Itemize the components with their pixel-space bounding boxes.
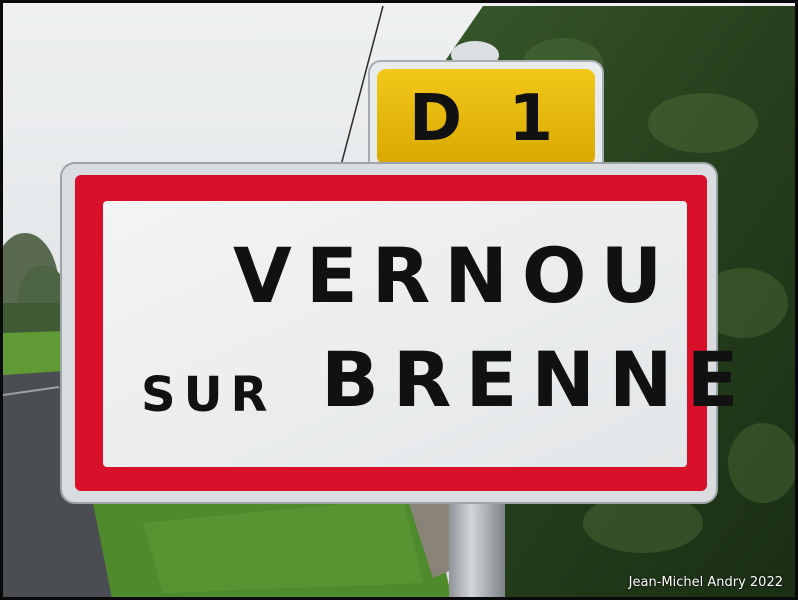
town-name-line2: BRENNE	[321, 335, 753, 424]
photo-credit: Jean-Michel Andry 2022	[628, 575, 783, 590]
photo-frame: D 1 VERNOU SUR BRENNE Jean-Michel Andry …	[0, 0, 798, 600]
town-name-line1: VERNOU	[233, 231, 677, 320]
town-name-sur: SUR	[141, 367, 276, 423]
route-number: D 1	[409, 82, 565, 156]
